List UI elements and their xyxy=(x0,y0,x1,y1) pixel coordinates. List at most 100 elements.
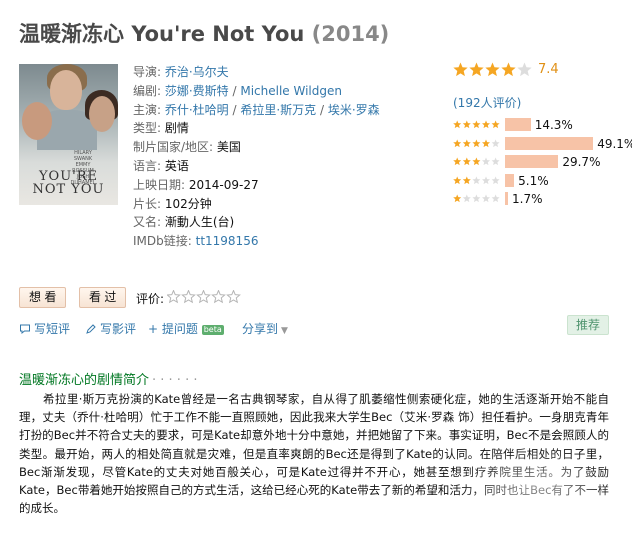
star-icon xyxy=(482,194,490,203)
star-icon xyxy=(453,157,462,166)
star-icon xyxy=(453,139,462,147)
cast-link[interactable]: 埃米·罗森 xyxy=(328,103,380,117)
star-icon xyxy=(482,176,490,184)
cast-link[interactable]: 希拉里·斯万克 xyxy=(240,103,316,117)
country-label: 制片国家/地区: xyxy=(133,140,217,155)
title-year: (2014) xyxy=(311,22,390,46)
ask-question-label: + 提问题 xyxy=(148,322,198,336)
star-icon xyxy=(453,176,462,184)
empty-star-icon[interactable] xyxy=(226,290,241,304)
language-row: 语言: 英语 xyxy=(133,157,433,176)
cast-row: 主演: 乔什·杜哈明 / 希拉里·斯万克 / 埃米·罗森 xyxy=(133,101,433,120)
writer-link[interactable]: 莎娜·费斯特 xyxy=(165,84,229,98)
release-row: 上映日期: 2014-09-27 xyxy=(133,176,433,195)
poster-figure xyxy=(22,102,52,140)
star-icon xyxy=(472,176,481,184)
empty-star-icon[interactable] xyxy=(181,290,196,304)
star-icon xyxy=(472,120,481,129)
watched-button[interactable]: 看 过 xyxy=(79,287,127,308)
writer-link[interactable]: Michelle Wildgen xyxy=(240,84,342,98)
empty-star-icon[interactable] xyxy=(167,290,181,304)
star-icon xyxy=(462,194,471,203)
star-icon xyxy=(482,120,490,129)
star-icon xyxy=(485,62,500,77)
star-icon xyxy=(517,62,532,77)
star-icon xyxy=(462,120,471,129)
small-stars-icon xyxy=(453,157,500,166)
separator: / xyxy=(316,102,328,117)
rating-bar xyxy=(505,118,531,131)
star-icon xyxy=(462,157,471,166)
rating-distribution-row: 14.3% xyxy=(453,118,628,132)
rating-bar xyxy=(505,192,509,205)
rating-bar xyxy=(505,155,559,168)
star-icon xyxy=(472,194,481,203)
runtime-value: 102分钟 xyxy=(164,196,212,211)
rating-percent: 29.7% xyxy=(562,155,601,169)
aka-row: 又名: 漸動人生(台) xyxy=(133,213,433,232)
rating-distribution-row: 5.1% xyxy=(453,173,628,188)
cast-link[interactable]: 乔什·杜哈明 xyxy=(165,103,229,117)
rating-stars-icon xyxy=(453,62,532,77)
star-icon xyxy=(491,194,500,203)
title-english: You're Not You xyxy=(131,22,305,46)
rating-bar xyxy=(505,173,515,187)
genre-value: 剧情 xyxy=(164,121,189,136)
plot-summary: 希拉里·斯万克扮演的Kate曾经是一名古典钢琴家，自从得了肌萎缩性侧索硬化症，她… xyxy=(19,390,609,517)
rating-percent: 49.1% xyxy=(597,136,632,151)
imdb-row: IMDb链接: tt1198156 xyxy=(133,232,433,251)
title-chinese: 温暖渐冻心 xyxy=(19,22,124,46)
rate-stars-icon[interactable] xyxy=(167,290,243,304)
write-review-label: 写影评 xyxy=(100,322,137,336)
poster-figure xyxy=(50,70,82,110)
summary-heading-dots: · · · · · · xyxy=(152,373,198,388)
country-value: 美国 xyxy=(216,140,241,155)
release-label: 上映日期: xyxy=(133,177,189,192)
movie-poster[interactable]: HILARY SWANK EMMY ROSSUM JOSH DUHAMEL YO… xyxy=(19,64,118,205)
separator: / xyxy=(228,102,241,117)
separator: / xyxy=(228,83,241,98)
empty-star-icon[interactable] xyxy=(211,290,226,304)
pencil-icon xyxy=(86,324,96,334)
star-icon xyxy=(472,157,481,166)
star-icon xyxy=(462,139,471,147)
write-short-review-link[interactable]: 写短评 xyxy=(19,321,70,337)
recommend-button[interactable]: 推荐 xyxy=(567,315,609,335)
poster-figure xyxy=(89,96,115,132)
small-stars-icon xyxy=(453,176,500,184)
want-to-watch-button[interactable]: 想 看 xyxy=(19,287,67,308)
rating-distribution-row: 1.7% xyxy=(453,192,628,206)
star-icon xyxy=(491,139,500,147)
star-icon xyxy=(453,120,462,129)
cast-label: 主演: xyxy=(133,102,165,117)
language-value: 英语 xyxy=(164,158,189,173)
plot-summary-text: 希拉里·斯万克扮演的Kate曾经是一名古典钢琴家，自从得了肌萎缩性侧索硬化症，她… xyxy=(19,392,609,516)
small-stars-icon xyxy=(453,194,500,203)
star-icon xyxy=(491,120,500,129)
imdb-link[interactable]: tt1198156 xyxy=(196,234,259,248)
star-icon xyxy=(469,62,484,77)
writer-label: 编剧: xyxy=(133,83,165,98)
write-review-link[interactable]: 写影评 xyxy=(85,321,136,337)
rating-bar xyxy=(505,136,594,150)
runtime-row: 片长: 102分钟 xyxy=(133,195,433,214)
director-link[interactable]: 乔治·乌尔夫 xyxy=(165,65,229,79)
rating-score: 7.4 xyxy=(538,62,559,77)
share-dropdown[interactable]: 分享到 ▼ xyxy=(242,321,288,339)
summary-heading: 温暖渐冻心的剧情简介 · · · · · · xyxy=(19,369,197,388)
empty-star-icon[interactable] xyxy=(196,290,211,304)
poster-title-line: NOT YOU xyxy=(32,182,105,197)
star-icon xyxy=(491,157,500,166)
small-stars-icon xyxy=(453,139,500,147)
star-icon xyxy=(501,62,516,77)
votes-link[interactable]: (192人评价) xyxy=(453,94,521,111)
rating-distribution-row: 49.1% xyxy=(453,136,632,151)
star-icon xyxy=(482,157,490,166)
small-stars-icon xyxy=(453,120,500,129)
rating-percent: 14.3% xyxy=(534,118,573,132)
star-icon xyxy=(453,62,468,77)
summary-heading-text: 温暖渐冻心的剧情简介 xyxy=(19,373,150,388)
imdb-label: IMDb链接: xyxy=(133,234,196,249)
rate-label: 评价: xyxy=(136,292,165,306)
ask-question-link[interactable]: + 提问题 beta xyxy=(148,321,224,337)
